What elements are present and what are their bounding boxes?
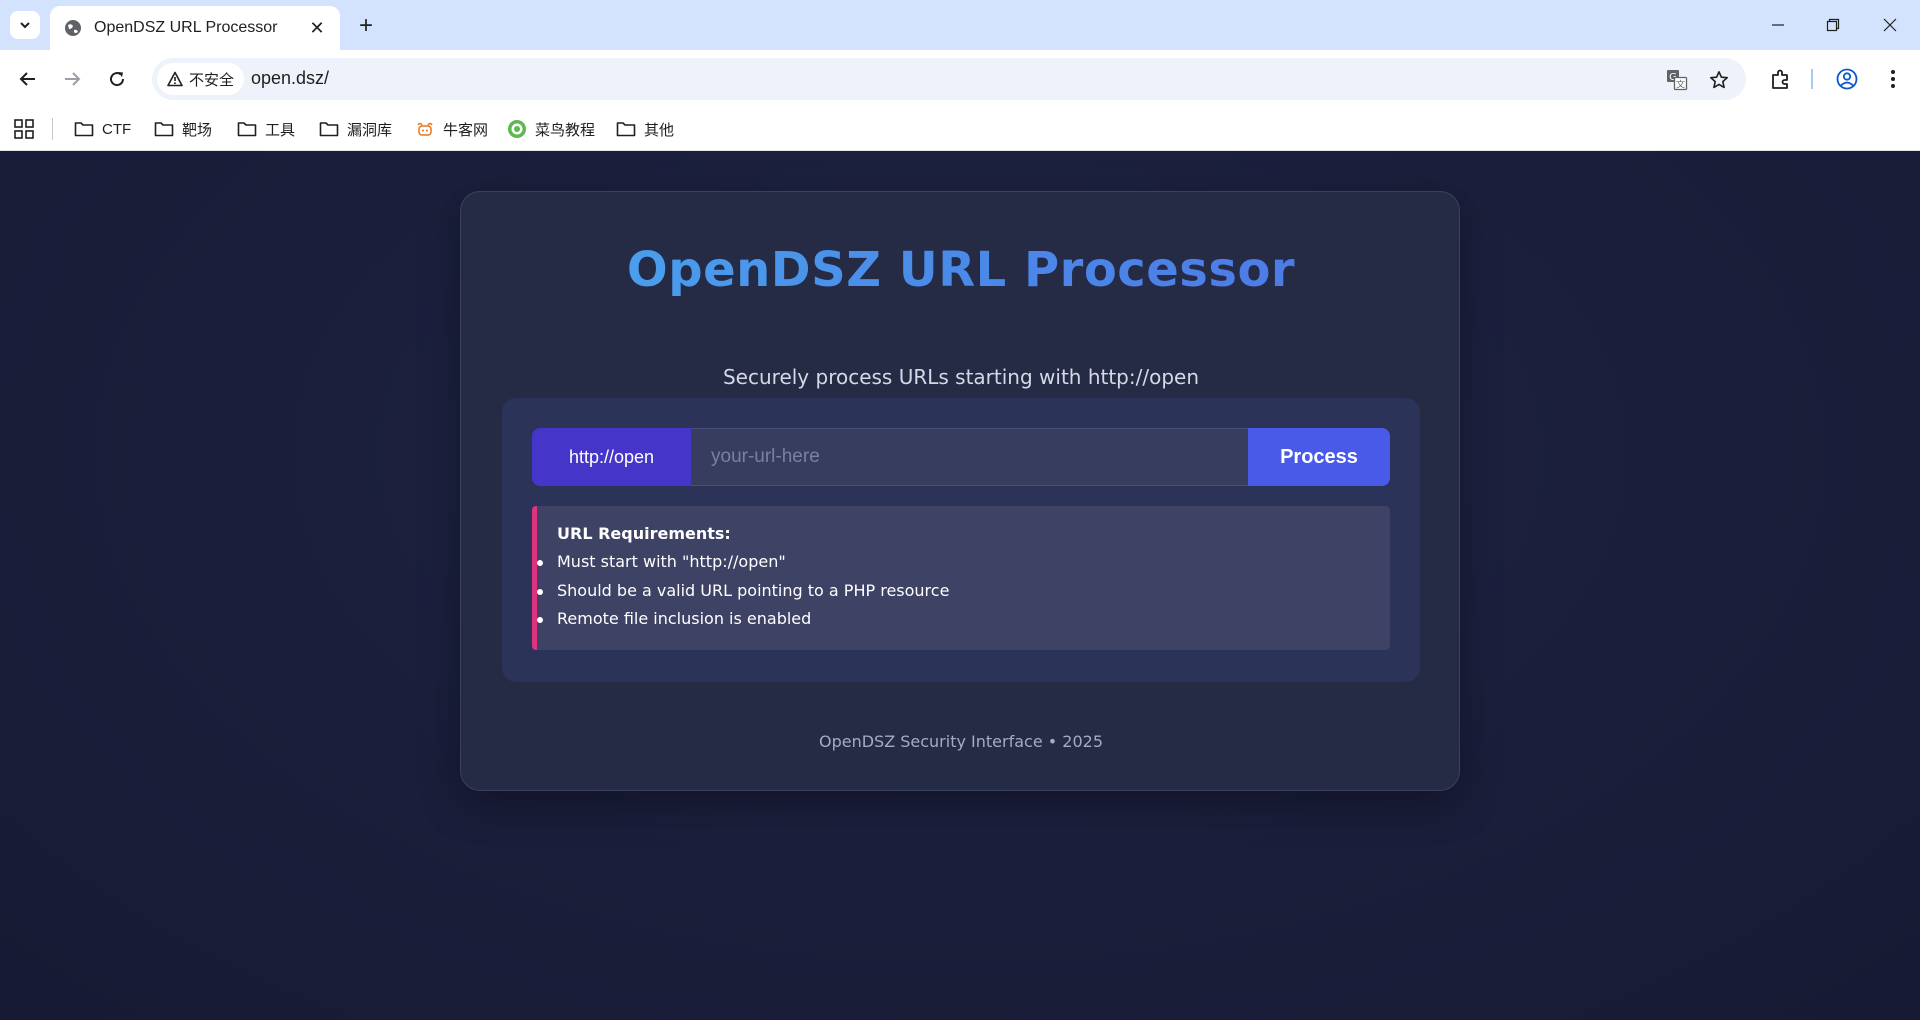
svg-text:文: 文 xyxy=(1676,79,1685,91)
bookmark-label: CTF xyxy=(102,120,132,138)
requirement-item: Should be a valid URL pointing to a PHP … xyxy=(537,581,1390,610)
browser-toolbar: 不安全 open.dsz/ G文 xyxy=(0,50,1920,108)
bookmark-runoob[interactable]: 菜鸟教程 xyxy=(507,116,595,142)
security-label: 不安全 xyxy=(189,71,235,89)
bookmark-nowcoder[interactable]: 牛客网 xyxy=(415,116,488,142)
warning-icon xyxy=(167,71,183,87)
chevron-down-icon xyxy=(20,22,30,29)
tab-title: OpenDSZ URL Processor xyxy=(94,19,278,36)
requirement-item: Remote file inclusion is enabled xyxy=(537,609,1390,638)
page-subtitle: Securely process URLs starting with http… xyxy=(722,365,1199,389)
bookmark-label: 工具 xyxy=(265,121,296,139)
bookmark-label: 其他 xyxy=(644,121,675,139)
arrow-right-icon xyxy=(65,72,81,86)
bookmark-ctf[interactable]: CTF xyxy=(74,116,131,142)
requirements-box: URL Requirements: Must start with "http:… xyxy=(532,506,1390,650)
nowcoder-icon xyxy=(415,119,435,139)
restore-icon xyxy=(1826,18,1840,32)
reload-button[interactable] xyxy=(102,64,132,94)
apps-grid-icon[interactable] xyxy=(13,118,35,140)
requirements-title: URL Requirements: xyxy=(557,524,731,543)
tab-search-button[interactable] xyxy=(10,11,40,39)
runoob-icon xyxy=(507,119,527,139)
profile-icon[interactable] xyxy=(1832,64,1862,94)
address-bar[interactable]: 不安全 open.dsz/ G文 xyxy=(152,58,1746,100)
bookmark-tools[interactable]: 工具 xyxy=(237,116,295,142)
url-panel: http://open Process URL Requirements: Mu… xyxy=(502,398,1420,682)
folder-icon xyxy=(319,119,339,139)
bookmark-label: 靶场 xyxy=(182,121,213,139)
url-input[interactable] xyxy=(691,428,1248,486)
folder-icon xyxy=(616,119,636,139)
page-footer: OpenDSZ Security Interface • 2025 xyxy=(818,732,1103,751)
minimize-button[interactable] xyxy=(1758,8,1798,42)
globe-icon xyxy=(65,20,81,36)
minimize-icon xyxy=(1772,24,1784,26)
bookmark-star-icon[interactable] xyxy=(1707,68,1731,92)
new-tab-button[interactable]: + xyxy=(352,12,380,40)
close-window-button[interactable] xyxy=(1870,8,1910,42)
url-text[interactable]: open.dsz/ xyxy=(251,68,329,89)
menu-kebab-icon[interactable] xyxy=(1878,64,1908,94)
bookmark-label: 牛客网 xyxy=(443,121,489,139)
restore-button[interactable] xyxy=(1813,8,1853,42)
close-tab-icon[interactable]: ✕ xyxy=(306,17,328,39)
browser-tab[interactable]: OpenDSZ URL Processor ✕ xyxy=(50,6,340,50)
back-button[interactable] xyxy=(13,64,43,94)
url-form: http://open Process xyxy=(532,428,1390,486)
bookmarks-bar: CTF 靶场 工具 漏洞库 牛客网 菜鸟教程 其他 xyxy=(0,108,1920,151)
bookmark-range[interactable]: 靶场 xyxy=(154,116,212,142)
arrow-left-icon xyxy=(19,72,35,86)
requirements-list: Must start with "http://open" Should be … xyxy=(537,552,1390,638)
process-button[interactable]: Process xyxy=(1248,428,1390,486)
requirement-item: Must start with "http://open" xyxy=(537,552,1390,581)
bookmarks-divider xyxy=(52,118,53,140)
security-indicator[interactable]: 不安全 xyxy=(157,63,245,95)
bookmark-other[interactable]: 其他 xyxy=(616,116,674,142)
page-title: OpenDSZ URL Processor xyxy=(461,242,1461,298)
extensions-icon[interactable] xyxy=(1766,64,1796,94)
reload-icon xyxy=(110,72,125,87)
forward-button[interactable] xyxy=(57,64,87,94)
folder-icon xyxy=(237,119,257,139)
processor-card: OpenDSZ URL Processor Securely process U… xyxy=(460,191,1460,791)
bookmark-label: 菜鸟教程 xyxy=(535,121,596,139)
bookmark-vuln-db[interactable]: 漏洞库 xyxy=(319,116,392,142)
folder-icon xyxy=(154,119,174,139)
close-icon xyxy=(1883,18,1897,32)
translate-icon[interactable]: G文 xyxy=(1665,68,1689,92)
folder-icon xyxy=(74,119,94,139)
toolbar-divider xyxy=(1811,69,1813,89)
browser-tab-bar: OpenDSZ URL Processor ✕ + xyxy=(0,0,1920,50)
bookmark-label: 漏洞库 xyxy=(347,121,393,139)
page-viewport: OpenDSZ URL Processor Securely process U… xyxy=(0,151,1920,1020)
url-prefix-label: http://open xyxy=(532,428,691,486)
